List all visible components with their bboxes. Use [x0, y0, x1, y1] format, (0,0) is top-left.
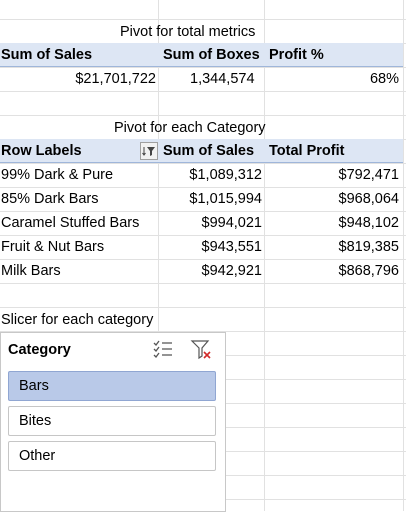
category-row-label[interactable]: 85% Dark Bars	[1, 187, 99, 211]
category-row-profit[interactable]: $968,064	[264, 187, 399, 211]
category-row-sales[interactable]: $943,551	[158, 235, 262, 259]
total-pivot-title: Pivot for total metrics	[120, 24, 256, 40]
slicer-item-bars[interactable]: Bars	[8, 371, 216, 401]
total-boxes-value[interactable]: 1,344,574	[190, 67, 255, 91]
category-pivot-header-sales[interactable]: Sum of Sales	[163, 139, 254, 163]
category-row-profit[interactable]: $948,102	[264, 211, 399, 235]
total-sales-value[interactable]: $21,701,722	[0, 67, 156, 91]
slicer-item-bites[interactable]: Bites	[8, 406, 216, 436]
category-row-label[interactable]: Fruit & Nut Bars	[1, 235, 104, 259]
category-slicer[interactable]: Category Bars Bites Other	[0, 332, 226, 512]
category-pivot-header-row-labels[interactable]: Row Labels	[1, 139, 82, 163]
category-row-label[interactable]: 99% Dark & Pure	[1, 163, 113, 187]
total-profit-pct-value[interactable]: 68%	[264, 67, 399, 91]
category-pivot-header-profit[interactable]: Total Profit	[269, 139, 344, 163]
category-row-profit[interactable]: $792,471	[264, 163, 399, 187]
slicer-item-other[interactable]: Other	[8, 441, 216, 471]
category-row-sales[interactable]: $1,015,994	[158, 187, 262, 211]
filter-dropdown-icon	[142, 147, 155, 156]
total-pivot-header-boxes[interactable]: Sum of Boxes	[163, 43, 260, 67]
category-row-label[interactable]: Milk Bars	[1, 259, 61, 283]
total-pivot-header-profit-pct[interactable]: Profit %	[269, 43, 324, 67]
category-row-sales[interactable]: $1,089,312	[158, 163, 262, 187]
row-labels-filter-button[interactable]	[140, 142, 158, 160]
category-pivot-title: Pivot for each Category	[114, 120, 266, 136]
category-row-profit[interactable]: $868,796	[264, 259, 399, 283]
category-row-sales[interactable]: $994,021	[158, 211, 262, 235]
slicer-header: Category	[8, 342, 71, 358]
category-row-sales[interactable]: $942,921	[158, 259, 262, 283]
category-row-label[interactable]: Caramel Stuffed Bars	[1, 211, 139, 235]
category-row-profit[interactable]: $819,385	[264, 235, 399, 259]
slicer-caption: Slicer for each category	[1, 312, 154, 328]
clear-filter-icon[interactable]	[190, 338, 212, 360]
multi-select-icon[interactable]	[152, 338, 174, 360]
total-pivot-header-sales[interactable]: Sum of Sales	[1, 43, 92, 67]
